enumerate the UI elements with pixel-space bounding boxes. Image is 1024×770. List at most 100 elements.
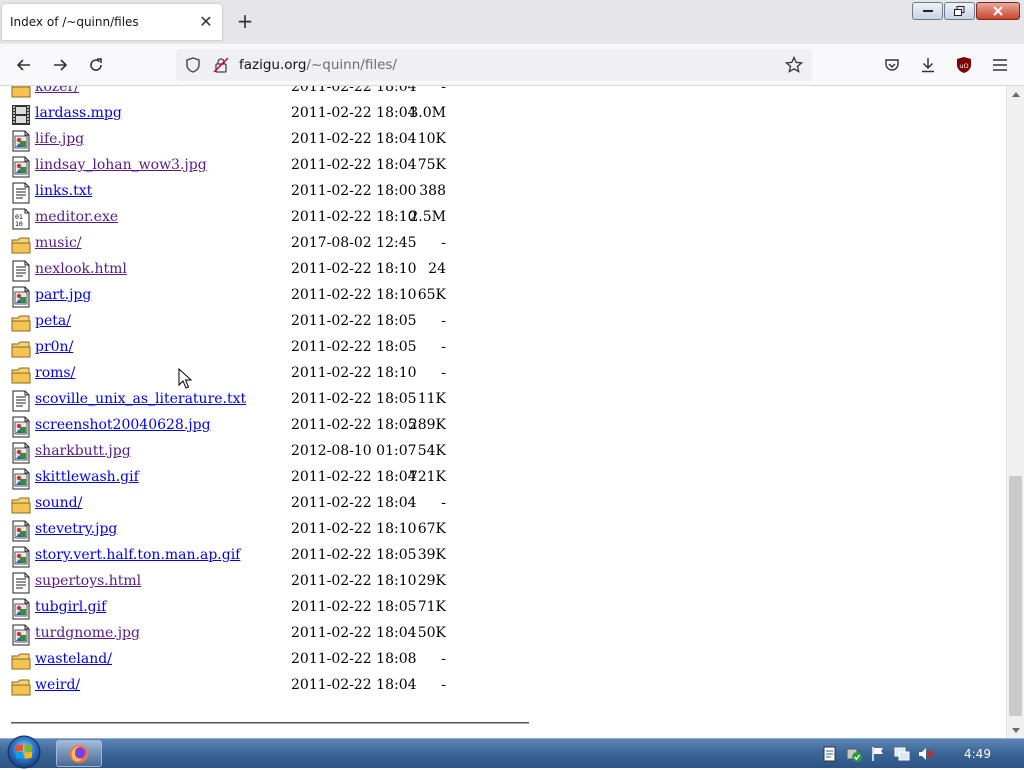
back-button[interactable] [12,53,36,77]
text-icon [11,572,31,594]
url-host: fazigu.org [239,57,307,73]
file-date: 2011-02-22 18:04 [291,157,417,173]
file-size: 388 [419,183,446,199]
reload-button[interactable] [84,53,108,77]
file-date: 2011-02-22 18:00 [291,183,417,199]
restore-icon [954,6,965,16]
text-icon [11,182,31,204]
svg-text:10: 10 [15,220,23,228]
network-tray-icon[interactable] [894,746,910,762]
file-link[interactable]: kozer/ [35,86,79,95]
volume-muted-icon[interactable] [918,746,934,762]
svg-text:uO: uO [959,62,968,70]
bookmark-star-icon[interactable] [785,56,803,74]
file-link[interactable]: peta/ [35,313,71,329]
file-size: - [441,86,446,95]
security-check-tray-icon[interactable] [846,746,862,762]
file-link[interactable]: links.txt [35,183,92,199]
download-icon [922,58,934,73]
image-icon [11,520,31,542]
taskbar-firefox-button[interactable] [56,740,102,767]
file-link[interactable]: nexlook.html [35,261,127,277]
file-link[interactable]: sharkbutt.jpg [35,443,131,459]
file-link[interactable]: skittlewash.gif [35,469,139,485]
file-date: 2012-08-10 01:07 [291,443,417,459]
tab-title: Index of /~quinn/files [10,15,139,29]
action-center-flag-icon[interactable] [870,746,886,762]
file-link[interactable]: roms/ [35,365,75,381]
file-link[interactable]: part.jpg [35,287,91,303]
listing-row: life.jpg 2011-02-22 18:04 10K [0,130,520,156]
file-link[interactable]: pr0n/ [35,339,73,355]
file-date: 2011-02-22 18:05 [291,339,417,355]
file-size: - [441,339,446,355]
insecure-lock-icon[interactable] [212,56,230,74]
file-link[interactable]: lindsay_lohan_wow3.jpg [35,157,207,173]
file-link[interactable]: story.vert.half.ton.man.ap.gif [35,547,240,563]
listing-row: part.jpg 2011-02-22 18:10 65K [0,286,520,312]
file-link[interactable]: life.jpg [35,131,84,147]
file-size: 721K [408,469,446,485]
forward-button[interactable] [48,53,72,77]
new-tab-button[interactable]: + [234,10,256,32]
folder-icon [11,676,31,698]
pocket-button[interactable] [880,53,904,77]
text-icon [11,260,31,282]
file-link[interactable]: scoville_unix_as_literature.txt [35,391,246,407]
menu-button[interactable] [988,53,1012,77]
file-size: - [441,313,446,329]
start-button[interactable] [2,734,46,770]
minimize-button[interactable] [912,2,943,20]
listing-row: roms/2011-02-22 18:10 - [0,364,520,390]
text-icon [11,390,31,412]
listing-row: peta/2011-02-22 18:05 - [0,312,520,338]
navigation-toolbar: fazigu.org/~quinn/files/ uO [0,44,1024,86]
tab-active[interactable]: Index of /~quinn/files ✕ [2,4,222,40]
video-icon [11,104,31,126]
firefox-icon [70,744,88,763]
url-bar[interactable]: fazigu.org/~quinn/files/ [176,49,812,81]
file-link[interactable]: wasteland/ [35,651,112,667]
file-link[interactable]: music/ [35,235,82,251]
file-link[interactable]: weird/ [35,677,80,693]
listing-row: scoville_unix_as_literature.txt 2011-02-2… [0,390,520,416]
scrollbar-thumb[interactable] [1009,476,1022,716]
file-size: - [441,495,446,511]
url-text[interactable]: fazigu.org/~quinn/files/ [239,57,397,73]
file-size: 67K [417,521,446,537]
folder-icon [11,234,31,256]
file-link[interactable]: supertoys.html [35,573,141,589]
clock[interactable]: 4:49 [964,747,991,761]
file-link[interactable]: screenshot20040628.jpg [35,417,211,433]
file-date: 2011-02-22 18:05 [291,391,417,407]
listing-row: pr0n/2011-02-22 18:05 - [0,338,520,364]
tab-close-icon[interactable]: ✕ [196,12,216,32]
listing-row: weird/2011-02-22 18:04 - [0,676,520,702]
listing-row: screenshot20040628.jpg 2011-02-22 18:05 28… [0,416,520,442]
file-link[interactable]: lardass.mpg [35,105,122,121]
file-link[interactable]: meditor.exe [35,209,118,225]
folder-icon [11,650,31,672]
file-date: 2011-02-22 18:04 [291,677,417,693]
file-link[interactable]: stevetry.jpg [35,521,117,537]
scroll-up-arrow-icon[interactable] [1007,86,1024,102]
scroll-down-arrow-icon[interactable] [1007,722,1024,738]
ublock-origin-button[interactable]: uO [952,53,976,77]
document-tray-icon[interactable] [822,746,838,762]
file-link[interactable]: turdgnome.jpg [35,625,140,641]
listing-row: skittlewash.gif 2011-02-22 18:04 721K [0,468,520,494]
url-path: /~quinn/files/ [306,57,397,73]
image-icon [11,286,31,308]
restore-button[interactable] [944,2,975,20]
close-window-button[interactable] [976,2,1020,20]
downloads-button[interactable] [916,53,940,77]
listing-row: sound/2011-02-22 18:04 - [0,494,520,520]
image-icon [11,624,31,646]
back-arrow-icon [16,59,30,71]
tracking-protection-shield-icon[interactable] [184,56,202,74]
file-link[interactable]: sound/ [35,495,82,511]
listing-row: wasteland/2011-02-22 18:08 - [0,650,520,676]
vertical-scrollbar[interactable] [1006,86,1024,738]
file-link[interactable]: tubgirl.gif [35,599,106,615]
file-size: 75K [417,157,446,173]
